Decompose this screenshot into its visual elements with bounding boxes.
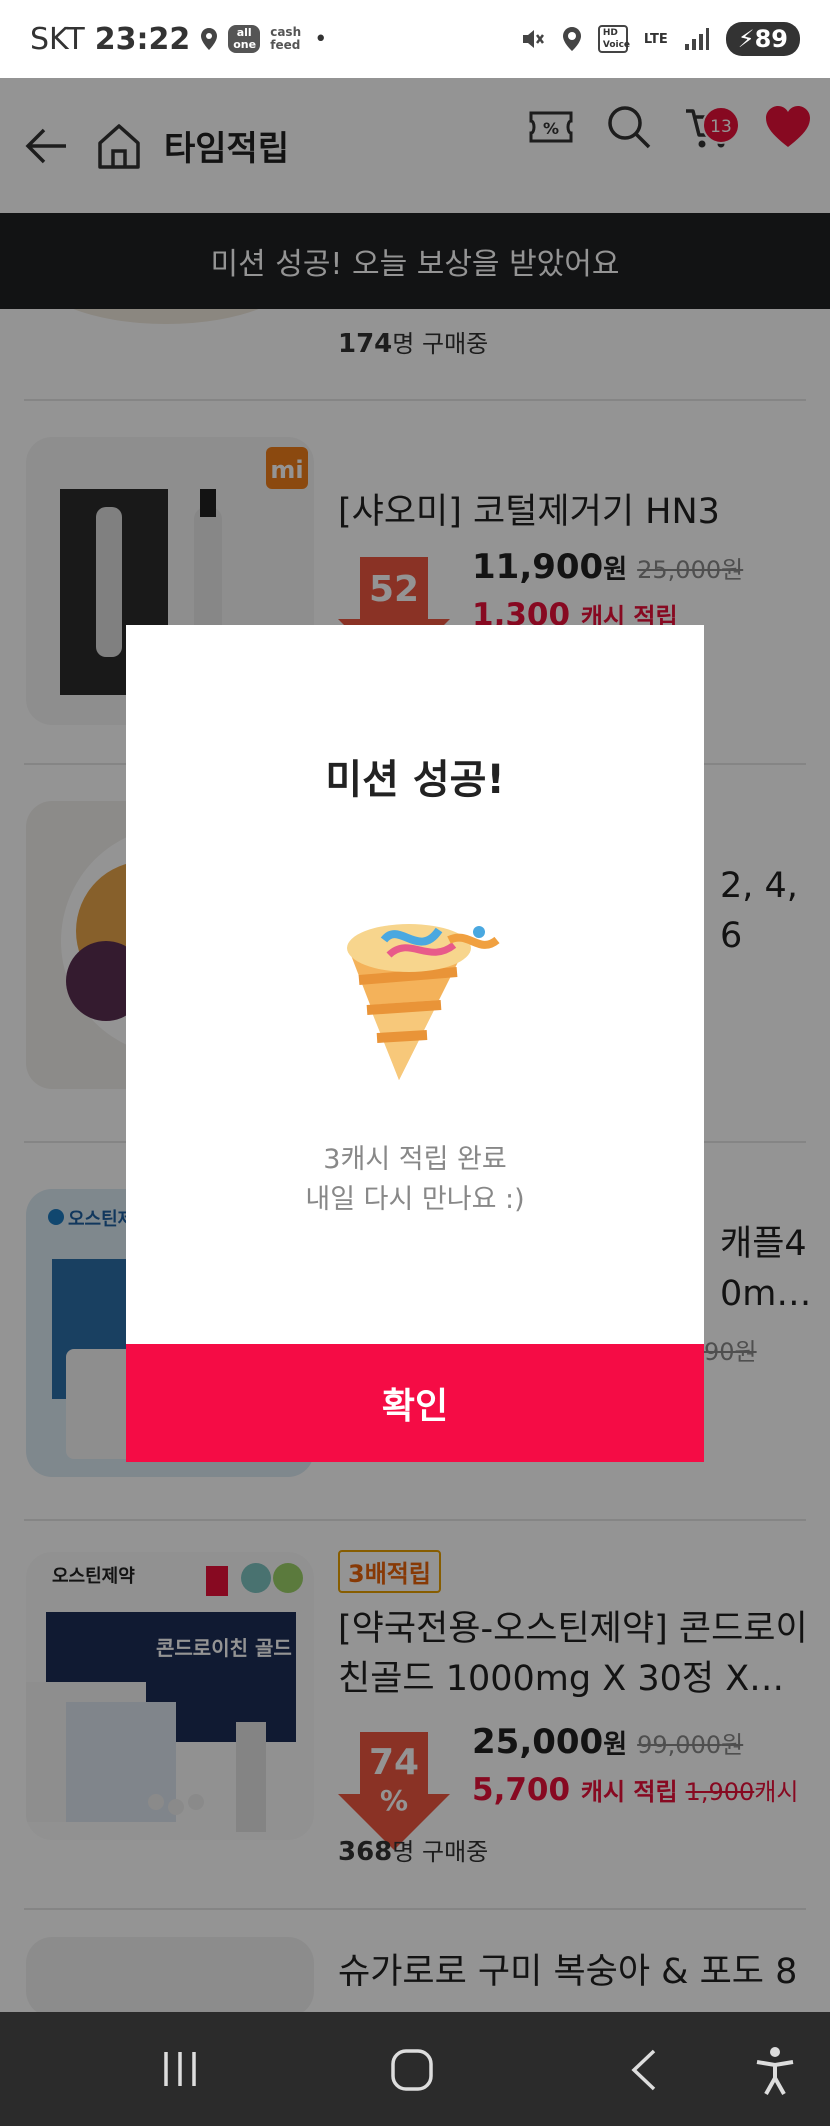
battery-indicator: ⚡89 — [725, 22, 800, 56]
confirm-button[interactable]: 확인 — [126, 1344, 704, 1462]
signal-icon — [684, 28, 709, 50]
party-popper-icon — [347, 924, 500, 1080]
recent-apps-icon[interactable] — [160, 2050, 200, 2088]
lte-icon: LTE — [643, 31, 668, 47]
carrier: SKT — [30, 21, 85, 57]
location-icon — [562, 27, 581, 51]
hd-voice-icon: HD Voice — [597, 25, 630, 53]
message-line-1: 3캐시 적립 완료 — [323, 1144, 507, 1175]
home-nav-icon[interactable] — [390, 2048, 434, 2092]
status-bar: SKT 23:22 all one cash feed • HD Voice L… — [0, 0, 830, 78]
mission-success-dialog: 미션 성공! 3캐시 적립 완료 내일 다시 만나요 :) 확인 — [126, 625, 704, 1462]
clock: 23:22 — [94, 21, 191, 57]
dot-icon: • — [314, 26, 328, 52]
cashfeed-app-icon: cash feed — [270, 25, 302, 52]
message-line-2: 내일 다시 만나요 :) — [305, 1184, 525, 1215]
allone-app-icon: all one — [228, 25, 261, 53]
accessibility-icon[interactable] — [754, 2046, 796, 2096]
system-nav-bar — [0, 2012, 830, 2126]
location-small-icon — [201, 28, 218, 50]
battery-level: 89 — [754, 25, 788, 53]
dialog-message: 3캐시 적립 완료 내일 다시 만나요 :) — [126, 1140, 704, 1220]
dialog-title: 미션 성공! — [325, 757, 505, 803]
back-nav-icon[interactable] — [626, 2048, 660, 2092]
mute-icon — [522, 30, 544, 48]
